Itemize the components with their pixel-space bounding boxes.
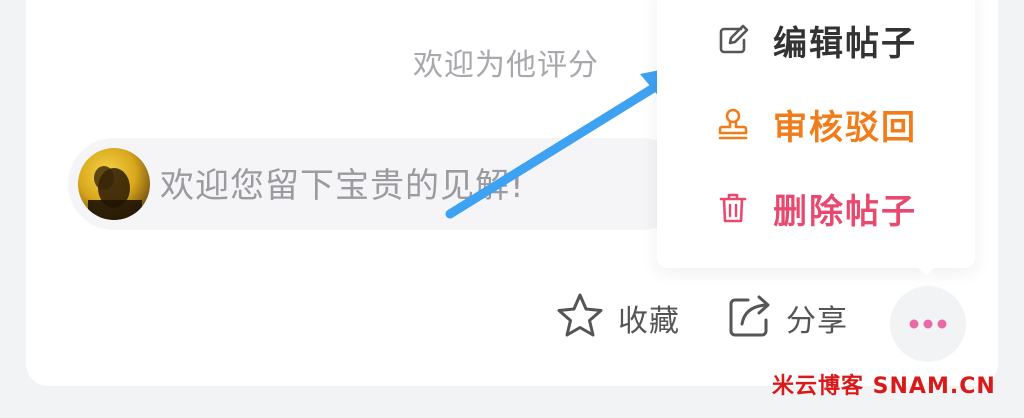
menu-item-delete-post-label: 删除帖子 [773, 191, 917, 232]
more-button[interactable] [890, 286, 966, 362]
more-dots-icon [908, 315, 948, 334]
menu-item-delete-post[interactable]: 删除帖子 [657, 178, 975, 238]
share-button[interactable]: 分享 [726, 288, 848, 348]
watermark: 米云博客 SNAM.CN [772, 374, 996, 399]
share-icon [726, 292, 774, 344]
user-avatar [78, 148, 150, 220]
menu-item-edit-post-label: 编辑帖子 [773, 23, 917, 64]
edit-icon [715, 22, 751, 58]
menu-caret [912, 262, 940, 276]
menu-item-edit-post[interactable]: 编辑帖子 [657, 10, 975, 70]
trash-icon [715, 190, 751, 226]
star-icon [554, 291, 606, 345]
menu-item-review-reject-label: 审核驳回 [773, 107, 917, 148]
post-actions-menu: 编辑帖子 审核驳回 删除帖子 [657, 0, 975, 268]
favorite-label: 收藏 [618, 304, 680, 339]
rating-hint: 欢迎为他评分 [413, 48, 599, 83]
menu-item-review-reject[interactable]: 审核驳回 [657, 94, 975, 154]
share-label: 分享 [786, 304, 848, 339]
favorite-button[interactable]: 收藏 [554, 288, 680, 348]
stamp-icon [715, 106, 751, 142]
comment-placeholder[interactable]: 欢迎您留下宝贵的见解! [160, 158, 525, 207]
